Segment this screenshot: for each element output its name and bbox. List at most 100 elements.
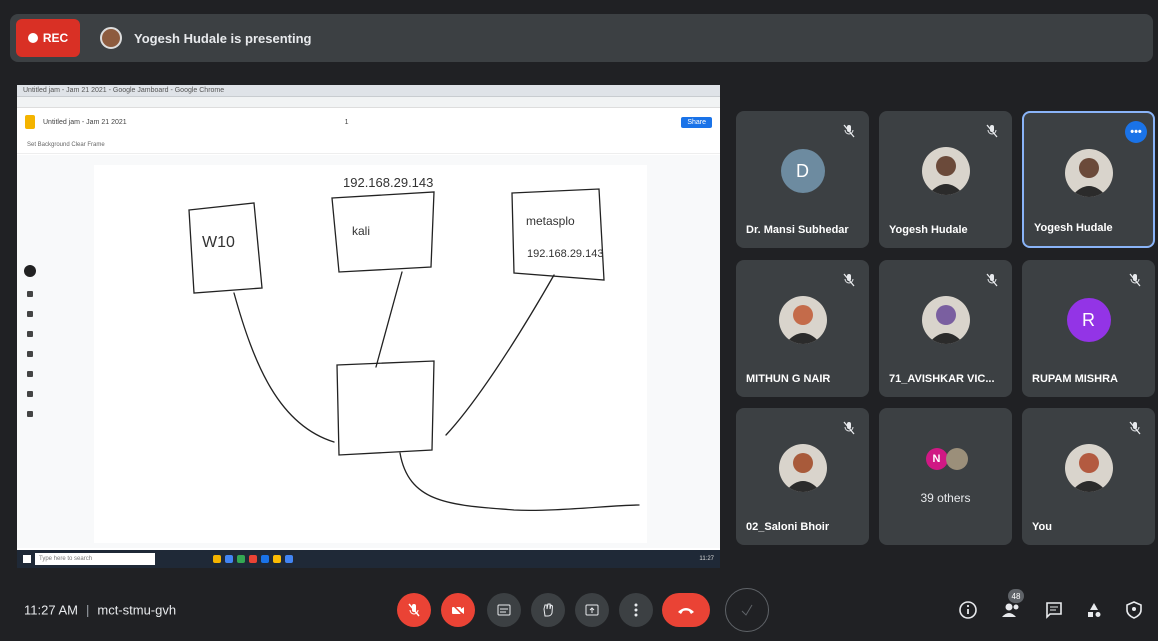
participant-tile[interactable]: You xyxy=(1022,408,1155,545)
host-controls-button[interactable] xyxy=(1121,597,1147,623)
raise-hand-button[interactable] xyxy=(531,593,565,627)
uplink-line xyxy=(399,452,640,511)
sticky-note-icon xyxy=(27,331,33,337)
reactions-ring[interactable] xyxy=(725,588,769,632)
meeting-details-button[interactable] xyxy=(955,597,981,623)
presenter-avatar xyxy=(100,27,122,49)
participant-tile[interactable]: D Dr. Mansi Subhedar xyxy=(736,111,869,248)
pen-tool-icon xyxy=(24,265,36,277)
avatar xyxy=(778,296,827,344)
jamboard-logo-icon xyxy=(25,115,35,129)
kali-label: kali xyxy=(352,224,370,238)
participant-name: 71_AVISHKAR VIC... xyxy=(889,373,995,385)
participant-name: Yogesh Hudale xyxy=(1034,222,1113,234)
recording-label: REC xyxy=(42,31,69,45)
mic-muted-icon xyxy=(1127,272,1143,288)
people-button[interactable]: 48 xyxy=(999,589,1025,623)
image-tool-icon xyxy=(27,351,33,357)
metasplo-link xyxy=(445,274,555,436)
top-bar: REC Yogesh Hudale is presenting xyxy=(10,14,1153,62)
windows-start-icon xyxy=(23,555,31,563)
others-count-label: 39 others xyxy=(920,491,971,505)
avatar xyxy=(921,147,970,195)
mic-off-icon xyxy=(408,603,420,617)
presenting-banner-text: Yogesh Hudale is presenting xyxy=(134,30,312,46)
avatar-initial: D xyxy=(780,149,825,193)
participant-name: RUPAM MISHRA xyxy=(1032,373,1118,385)
mic-muted-icon xyxy=(984,272,1000,288)
shape-tool-icon xyxy=(27,371,33,377)
avatar xyxy=(1064,444,1113,492)
select-tool-icon xyxy=(27,311,33,317)
clock-time: 11:27 AM xyxy=(24,602,78,618)
avatar xyxy=(921,296,970,344)
shared-screen[interactable]: Untitled jam - Jam 21 2021 - Google Jamb… xyxy=(17,85,720,568)
more-vert-icon xyxy=(634,603,638,617)
frame-indicator: 1 xyxy=(344,118,349,126)
camera-toggle-button[interactable] xyxy=(441,593,475,627)
participant-tile[interactable]: R RUPAM MISHRA xyxy=(1022,260,1155,397)
participant-tile[interactable]: Yogesh Hudale xyxy=(879,111,1012,248)
taskbar-search: Type here to search xyxy=(35,553,155,565)
avatar-initial: N xyxy=(925,448,948,470)
present-icon xyxy=(585,604,599,616)
windows-taskbar: Type here to search 11:27 xyxy=(17,550,720,568)
jamboard-canvas: 192.168.29.143 W10 kali metasplo 192.168… xyxy=(94,165,647,543)
jamboard-tool-strip xyxy=(23,265,37,417)
chat-button[interactable] xyxy=(1041,597,1067,623)
browser-titlebar: Untitled jam - Jam 21 2021 - Google Jamb… xyxy=(17,85,720,97)
people-count-badge: 48 xyxy=(1008,589,1024,603)
kali-box xyxy=(331,191,435,273)
participant-name: You xyxy=(1032,521,1052,533)
eraser-tool-icon xyxy=(27,291,33,297)
taskbar-app-icon xyxy=(249,555,257,563)
participant-tile[interactable]: MITHUN G NAIR xyxy=(736,260,869,397)
taskbar-app-icon xyxy=(225,555,233,563)
avatar-initial: R xyxy=(1066,298,1111,342)
hand-icon xyxy=(543,603,554,617)
activities-icon xyxy=(1088,603,1101,617)
doc-title: Untitled jam - Jam 21 2021 xyxy=(43,118,127,126)
meeting-info-separator: | xyxy=(85,602,90,618)
text-box-icon xyxy=(27,391,33,397)
leave-call-button[interactable] xyxy=(662,593,710,627)
ip-label-metasplo: 192.168.29.143 xyxy=(527,248,603,260)
participant-tile[interactable]: N 39 others xyxy=(879,408,1012,545)
switch-box xyxy=(336,360,435,456)
avatar xyxy=(945,448,968,470)
avatar xyxy=(778,444,827,492)
participant-name: 02_Saloni Bhoir xyxy=(746,521,830,533)
recording-indicator: REC xyxy=(16,19,80,57)
info-icon xyxy=(959,601,977,619)
avatar xyxy=(1064,149,1113,197)
captions-button[interactable] xyxy=(487,593,521,627)
others-avatar-stack: N xyxy=(925,448,968,470)
bottom-control-bar: 11:27 AM | mct-stmu-gvh 48 xyxy=(0,574,1158,641)
mic-muted-icon xyxy=(984,123,1000,139)
participant-name: MITHUN G NAIR xyxy=(746,373,831,385)
taskbar-clock: 11:27 xyxy=(699,556,714,562)
captions-icon xyxy=(497,604,511,616)
network-drawing: 192.168.29.143 W10 kali metasplo 192.168… xyxy=(188,175,640,511)
activities-button[interactable] xyxy=(1081,597,1107,623)
mic-muted-icon xyxy=(1127,420,1143,436)
more-options-button[interactable] xyxy=(619,593,653,627)
jamboard-header: Untitled jam - Jam 21 2021 1 Share xyxy=(17,108,720,136)
tile-more-options-button[interactable]: ••• xyxy=(1125,121,1147,143)
participant-name: Dr. Mansi Subhedar xyxy=(746,224,849,236)
taskbar-app-icon xyxy=(213,555,221,563)
participant-name: Yogesh Hudale xyxy=(889,224,968,236)
browser-address-bar xyxy=(17,97,720,108)
metasplo-label: metasplo xyxy=(526,214,575,228)
checkmark-icon xyxy=(741,604,753,616)
meeting-info: 11:27 AM | mct-stmu-gvh xyxy=(24,603,176,618)
microphone-toggle-button[interactable] xyxy=(397,593,431,627)
participant-tile[interactable]: 71_AVISHKAR VIC... xyxy=(879,260,1012,397)
present-now-button[interactable] xyxy=(575,593,609,627)
mic-muted-icon xyxy=(841,272,857,288)
participant-tile[interactable]: 02_Saloni Bhoir xyxy=(736,408,869,545)
hangup-icon xyxy=(678,608,694,614)
participant-tile[interactable]: ••• Yogesh Hudale xyxy=(1022,111,1155,248)
metasplo-box xyxy=(511,188,605,281)
meeting-code: mct-stmu-gvh xyxy=(97,602,177,618)
